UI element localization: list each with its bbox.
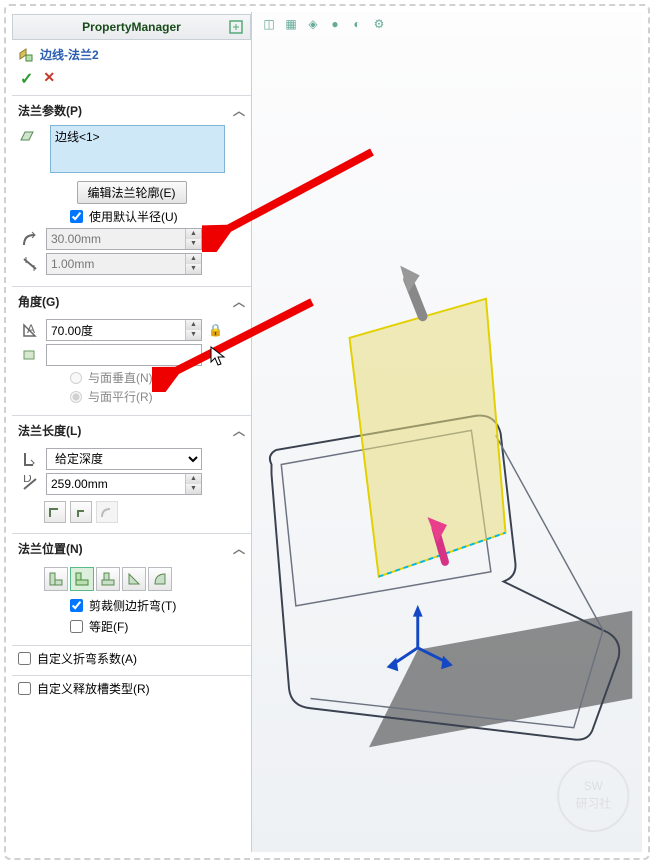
position-material-inside-icon[interactable] [44, 567, 68, 591]
custom-relief-type-label: 自定义释放槽类型(R) [37, 680, 150, 697]
position-material-outside-icon[interactable] [70, 567, 94, 591]
offset-label: 等距(F) [89, 618, 128, 635]
cancel-button[interactable]: ✕ [43, 69, 55, 89]
pm-header: PropertyManager [12, 14, 251, 40]
watermark-icon: SW 研习社 [558, 761, 628, 831]
selected-edge: 边线<1> [55, 130, 100, 144]
perpendicular-label: 与面垂直(N) [88, 369, 153, 386]
reference-face-input[interactable] [46, 344, 202, 366]
gap-distance-spinner: ▲▼ [185, 254, 201, 274]
model-view-svg: SW 研习社 [252, 38, 642, 852]
svg-text:SW: SW [584, 780, 603, 793]
edge-selection-box[interactable]: 边线<1> [50, 125, 225, 173]
position-bend-outside-icon[interactable] [96, 567, 120, 591]
translate-arrow-icon [400, 266, 422, 317]
svg-text:D: D [23, 475, 32, 485]
collapse-icon[interactable]: ︿ [233, 293, 245, 310]
cursor-icon [210, 346, 228, 368]
gap-distance-input [46, 253, 202, 275]
section-title-flange-params: 法兰参数(P) [18, 102, 82, 119]
section-title-length: 法兰长度(L) [18, 422, 81, 439]
pin-icon[interactable] [228, 19, 244, 35]
section-title-angle: 角度(G) [18, 293, 59, 310]
collapse-icon[interactable]: ︿ [233, 540, 245, 557]
hide-show-icon[interactable]: ◈ [304, 15, 322, 33]
collapse-icon[interactable]: ︿ [233, 422, 245, 439]
gap-distance-icon [18, 255, 42, 273]
length-icon: D [18, 475, 42, 493]
parallel-label: 与面平行(R) [88, 388, 153, 405]
offset-checkbox[interactable] [70, 620, 83, 633]
custom-bend-allowance-label: 自定义折弯系数(A) [37, 650, 137, 667]
custom-bend-allowance-checkbox[interactable] [18, 652, 31, 665]
flange-angle-input[interactable] [46, 319, 202, 341]
reference-face-icon [18, 346, 42, 364]
bend-radius-input [46, 228, 202, 250]
section-length: 法兰长度(L) ︿ 给定深度 D ▲▼ [12, 415, 251, 533]
flange-angle-spinner[interactable]: ▲▼ [185, 320, 201, 340]
section-custom-relief: 自定义释放槽类型(R) [12, 675, 251, 705]
svg-text:A: A [27, 322, 35, 336]
ok-button[interactable]: ✓ [20, 69, 33, 89]
collapse-icon[interactable]: ︿ [233, 102, 245, 119]
end-condition-icon [18, 450, 42, 468]
angle-icon: A [18, 321, 42, 339]
edge-selection-icon [18, 125, 38, 145]
edit-appearance-icon[interactable]: ● [326, 15, 344, 33]
flange-length-input[interactable] [46, 473, 202, 495]
trim-side-bends-checkbox[interactable] [70, 599, 83, 612]
position-virtual-sharp-icon[interactable] [122, 567, 146, 591]
use-default-radius-checkbox[interactable] [70, 210, 83, 223]
edit-flange-profile-button[interactable]: 编辑法兰轮廓(E) [77, 181, 187, 204]
edge-flange-icon [18, 47, 34, 63]
end-condition-select[interactable]: 给定深度 [46, 448, 202, 470]
view-settings-icon[interactable]: ⚙ [370, 15, 388, 33]
svg-text:研习社: 研习社 [576, 797, 611, 811]
trim-side-bends-label: 剪裁侧边折弯(T) [89, 597, 176, 614]
section-position: 法兰位置(N) ︿ 剪裁侧边折弯(T) 等距(F) [12, 533, 251, 645]
length-ref-tangent-icon[interactable] [96, 501, 118, 523]
pm-title: PropertyManager [82, 20, 181, 34]
length-ref-outer-icon[interactable] [44, 501, 66, 523]
bend-radius-spinner: ▲▼ [185, 229, 201, 249]
apply-scene-icon[interactable]: ◐ [348, 15, 366, 33]
feature-name: 边线-法兰2 [40, 46, 99, 63]
position-tangent-icon[interactable] [148, 567, 172, 591]
lock-icon[interactable]: 🔒 [208, 323, 223, 337]
flange-length-spinner[interactable]: ▲▼ [185, 474, 201, 494]
section-title-position: 法兰位置(N) [18, 540, 83, 557]
display-style-icon[interactable]: ▦ [282, 15, 300, 33]
section-custom-bend: 自定义折弯系数(A) [12, 645, 251, 675]
bend-radius-icon [18, 230, 42, 248]
perpendicular-radio [70, 372, 82, 384]
view-orientation-icon[interactable]: ◫ [260, 15, 278, 33]
parallel-radio [70, 391, 82, 403]
graphics-viewport[interactable]: SW 研习社 [252, 38, 642, 852]
custom-relief-type-checkbox[interactable] [18, 682, 31, 695]
length-ref-inner-icon[interactable] [70, 501, 92, 523]
feature-name-row: 边线-法兰2 [12, 42, 251, 67]
section-flange-params: 法兰参数(P) ︿ 边线<1> 编辑法兰轮廓(E) 使用默认半径(U) [12, 95, 251, 286]
use-default-radius-label: 使用默认半径(U) [89, 208, 178, 225]
property-manager-panel: PropertyManager 边线-法兰2 ✓ ✕ 法兰参数(P) ︿ [12, 12, 252, 852]
